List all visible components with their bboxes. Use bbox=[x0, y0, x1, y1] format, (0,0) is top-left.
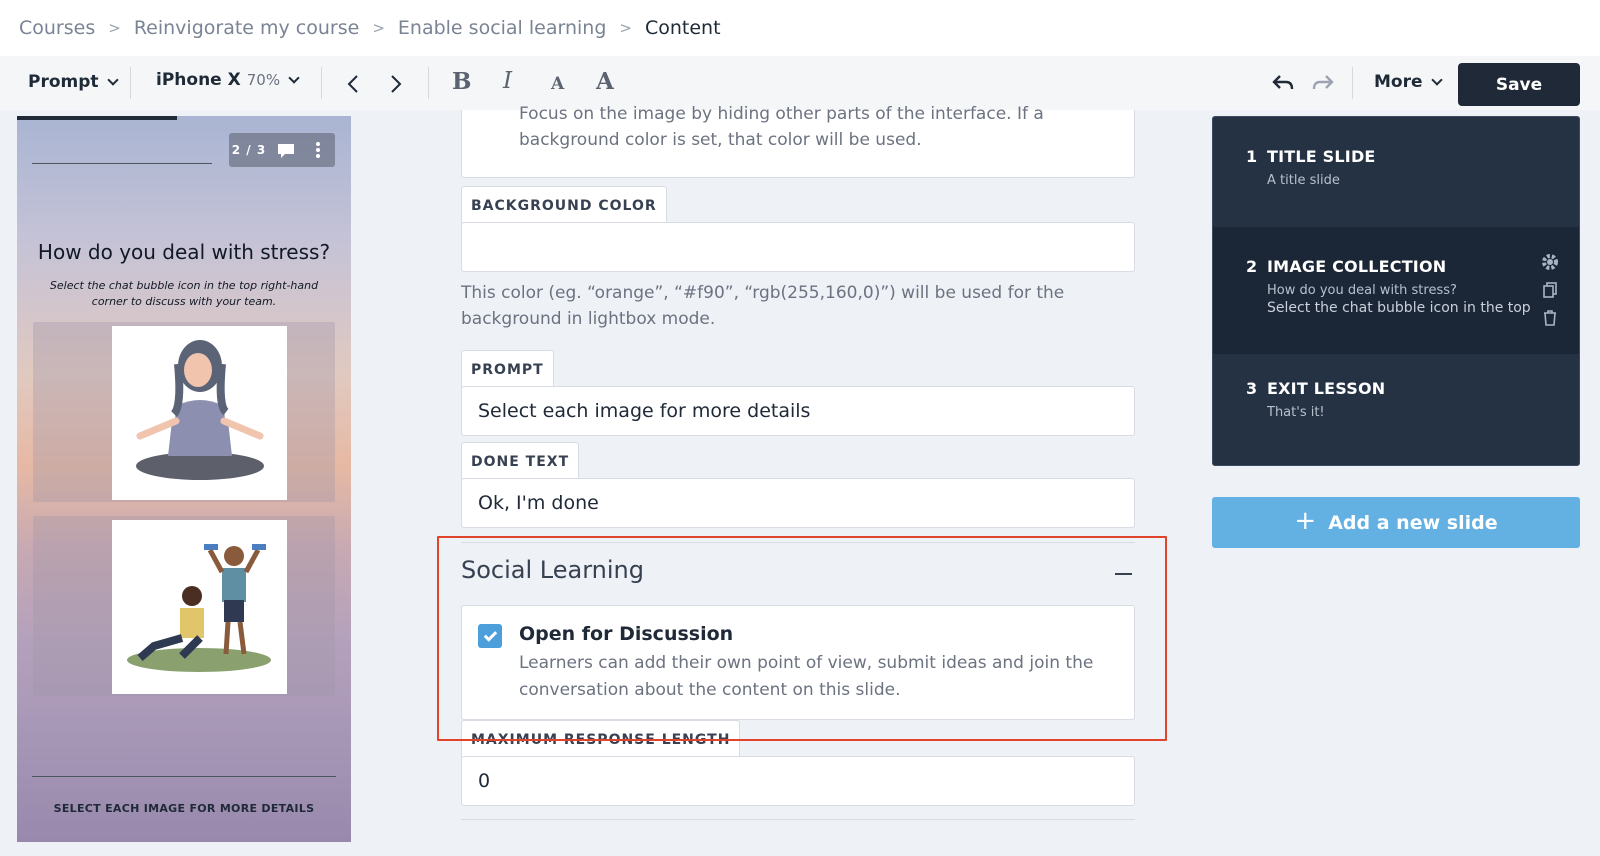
image-card-exercise[interactable] bbox=[33, 516, 335, 696]
redo-icon[interactable] bbox=[1312, 74, 1334, 92]
background-color-input[interactable] bbox=[461, 222, 1135, 272]
chevron-down-icon bbox=[106, 73, 119, 86]
background-color-help: This color (eg. “orange”, “#f90”, “rgb(2… bbox=[461, 283, 1065, 329]
prompt-field-label: PROMPT bbox=[461, 350, 554, 388]
toolbar-divider bbox=[1352, 67, 1353, 99]
background-color-value bbox=[462, 223, 1134, 271]
font-size-large-button[interactable]: A bbox=[596, 68, 614, 95]
slide-counter: 2 / 3 bbox=[231, 143, 267, 157]
preview-footer-prompt: SELECT EACH IMAGE FOR MORE DETAILS bbox=[53, 802, 315, 815]
done-text-input[interactable]: Ok, I'm done bbox=[461, 478, 1135, 528]
slide-subtitle: A title slide bbox=[1267, 173, 1340, 188]
exercise-image bbox=[112, 520, 287, 694]
more-dropdown[interactable]: More bbox=[1374, 72, 1443, 92]
slide-number: 1 bbox=[1246, 147, 1258, 166]
slide-title: EXIT LESSON bbox=[1267, 379, 1386, 398]
slide-title: IMAGE COLLECTION bbox=[1267, 257, 1447, 276]
slide-progress-bar bbox=[17, 116, 178, 120]
trash-icon[interactable] bbox=[1541, 309, 1559, 327]
slide-title: TITLE SLIDE bbox=[1267, 147, 1376, 166]
slide-subtitle: That's it! bbox=[1267, 405, 1325, 420]
zoom-level: 70% bbox=[246, 71, 281, 89]
arrow-right-icon[interactable] bbox=[389, 73, 403, 95]
add-slide-button[interactable]: + Add a new slide bbox=[1212, 497, 1580, 548]
device-dropdown[interactable]: iPhone X 70% bbox=[156, 70, 300, 90]
lightbox-option-box: Focus on the image by hiding other parts… bbox=[461, 104, 1135, 178]
meditation-image bbox=[112, 326, 287, 500]
preview-footer-divider bbox=[32, 776, 336, 777]
more-label: More bbox=[1374, 72, 1423, 92]
undo-icon[interactable] bbox=[1272, 74, 1294, 92]
breadcrumb: Courses > Reinvigorate my course > Enabl… bbox=[0, 0, 1600, 56]
breadcrumb-current: Content bbox=[644, 17, 721, 39]
prompt-input[interactable]: Select each image for more details bbox=[461, 386, 1135, 436]
toolbar-divider bbox=[428, 67, 429, 99]
breadcrumb-courses[interactable]: Courses bbox=[19, 17, 95, 39]
slide-number: 3 bbox=[1246, 379, 1258, 398]
section-divider bbox=[461, 819, 1135, 820]
more-vertical-icon[interactable] bbox=[303, 140, 333, 160]
chevron-down-icon bbox=[288, 71, 300, 84]
device-preview: 2 / 3 How do you deal with stress? Selec… bbox=[17, 116, 351, 842]
gear-icon[interactable] bbox=[1541, 253, 1559, 271]
slide-item-title[interactable]: 1 TITLE SLIDE A title slide bbox=[1213, 117, 1579, 227]
font-size-small-button[interactable]: A bbox=[551, 74, 564, 94]
breadcrumb-lesson[interactable]: Enable social learning bbox=[398, 17, 606, 39]
done-text-value: Ok, I'm done bbox=[478, 492, 599, 514]
bold-button[interactable]: B bbox=[452, 68, 471, 95]
slide-number: 2 bbox=[1246, 257, 1258, 276]
add-slide-label: Add a new slide bbox=[1328, 511, 1498, 534]
slide-subtitle-line2: Select the chat bubble icon in the top bbox=[1267, 300, 1531, 316]
preview-title: How do you deal with stress? bbox=[37, 240, 331, 264]
chevron-right-icon: > bbox=[619, 19, 632, 37]
chevron-right-icon: > bbox=[108, 19, 121, 37]
save-button[interactable]: Save bbox=[1458, 63, 1580, 106]
chat-bubble-icon[interactable] bbox=[269, 140, 303, 160]
chevron-right-icon: > bbox=[372, 19, 385, 37]
device-label: iPhone X bbox=[156, 70, 241, 90]
breadcrumb-course[interactable]: Reinvigorate my course bbox=[134, 17, 360, 39]
preview-controls: 2 / 3 bbox=[229, 133, 335, 167]
slide-subtitle: How do you deal with stress? bbox=[1267, 283, 1457, 298]
max-response-value: 0 bbox=[478, 770, 491, 792]
slide-list: 1 TITLE SLIDE A title slide 2 IMAGE COLL… bbox=[1212, 116, 1580, 466]
lightbox-help-text: Focus on the image by hiding other parts… bbox=[519, 104, 1044, 150]
copy-icon[interactable] bbox=[1541, 281, 1559, 299]
preview-divider bbox=[32, 163, 212, 164]
background-color-label: BACKGROUND COLOR bbox=[461, 186, 667, 224]
prompt-value: Select each image for more details bbox=[478, 400, 811, 422]
preview-subtitle: Select the chat bubble icon in the top r… bbox=[49, 279, 319, 308]
prompt-dropdown[interactable]: Prompt bbox=[28, 72, 119, 92]
prompt-dropdown-label: Prompt bbox=[28, 72, 99, 92]
toolbar-divider bbox=[130, 67, 131, 99]
image-card-meditation[interactable] bbox=[33, 322, 335, 502]
chevron-down-icon bbox=[1430, 73, 1443, 86]
arrow-left-icon[interactable] bbox=[346, 73, 360, 95]
done-text-label: DONE TEXT bbox=[461, 442, 580, 480]
plus-icon: + bbox=[1294, 506, 1317, 536]
highlight-annotation bbox=[437, 536, 1167, 741]
max-response-input[interactable]: 0 bbox=[461, 756, 1135, 806]
slide-item-exit[interactable]: 3 EXIT LESSON That's it! bbox=[1213, 354, 1579, 465]
slide-item-image-collection[interactable]: 2 IMAGE COLLECTION How do you deal with … bbox=[1213, 227, 1579, 354]
italic-button[interactable]: I bbox=[503, 68, 512, 94]
toolbar-divider bbox=[321, 67, 322, 99]
